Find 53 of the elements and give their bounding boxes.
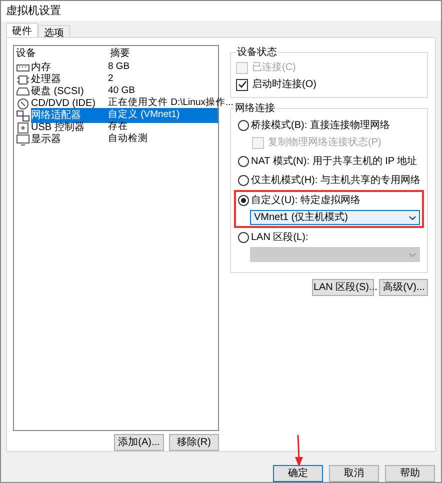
radio-button[interactable]: [238, 120, 249, 131]
device-summary: 2: [108, 72, 114, 86]
dialog-button[interactable]: 确定: [273, 465, 323, 482]
dialog-button[interactable]: 高级(V)...: [379, 279, 428, 296]
radio-label: 仅主机模式(H): 与主机共享的专用网络: [251, 174, 420, 188]
device-summary: 正在使用文件 D:\Linux操作...: [108, 96, 234, 109]
radio-button[interactable]: [238, 156, 249, 167]
radio-label: LAN 区段(L):: [251, 231, 308, 245]
device-name[interactable]: 硬盘 (SCSI): [31, 84, 108, 99]
chevron-icon: [409, 252, 416, 256]
device-name[interactable]: 内存: [31, 60, 108, 75]
checkbox[interactable]: [236, 78, 248, 90]
dialog-button[interactable]: 添加(A)...: [114, 434, 164, 451]
monitor-icon: [16, 134, 30, 146]
radio-label: 桥接模式(B): 直接连接物理网络: [251, 118, 390, 133]
annotation-arrow: [293, 435, 305, 467]
device-summary: 40 GB: [108, 84, 136, 98]
device-summary: 自定义 (VMnet1): [108, 108, 218, 123]
checkbox-label: 启动时连接(O): [252, 78, 316, 92]
radio-label: 自定义(U): 特定虚拟网络: [251, 194, 360, 208]
checkbox-label: 复制物理网络连接状态(P): [268, 136, 382, 150]
device-summary: 8 GB: [108, 60, 131, 74]
window-title: 虚拟机设置: [6, 4, 61, 19]
device-name[interactable]: CD/DVD (IDE): [31, 96, 108, 111]
usb-icon: [16, 122, 30, 134]
chip-icon: [16, 74, 30, 86]
group-title: 网络连接: [234, 102, 276, 116]
radio-label: NAT 模式(N): 用于共享主机的 IP 地址: [251, 154, 418, 169]
checkbox-label: 已连接(C): [252, 60, 296, 75]
dropdown[interactable]: VMnet1 (仅主机模式): [250, 210, 420, 225]
memory-icon: [16, 62, 30, 74]
device-name[interactable]: USB 控制器: [31, 120, 108, 135]
dialog-button[interactable]: LAN 区段(S)...: [312, 279, 374, 296]
device-name[interactable]: 显示器: [31, 132, 108, 147]
device-summary: 自动检测: [108, 132, 149, 146]
disc-icon: [16, 98, 30, 110]
device-name[interactable]: 网络适配器: [31, 108, 108, 123]
tab[interactable]: 硬件: [6, 23, 38, 37]
device-summary: 存在: [108, 120, 129, 133]
check-icon: [238, 80, 246, 89]
radio-button[interactable]: [238, 175, 249, 186]
device-name[interactable]: 处理器: [31, 72, 108, 87]
tab[interactable]: 选项: [38, 25, 70, 37]
network-icon: [16, 110, 30, 122]
column-header: 设备: [16, 47, 37, 61]
radio-button[interactable]: [238, 195, 249, 206]
column-header: 摘要: [110, 46, 131, 61]
chevron-icon: [409, 216, 416, 220]
radio-button[interactable]: [238, 232, 249, 243]
dialog-button[interactable]: 取消: [329, 465, 379, 482]
group-title: 设备状态: [236, 46, 278, 60]
dialog-button[interactable]: 移除(R): [169, 434, 219, 451]
dialog-button[interactable]: 帮助: [385, 465, 435, 482]
